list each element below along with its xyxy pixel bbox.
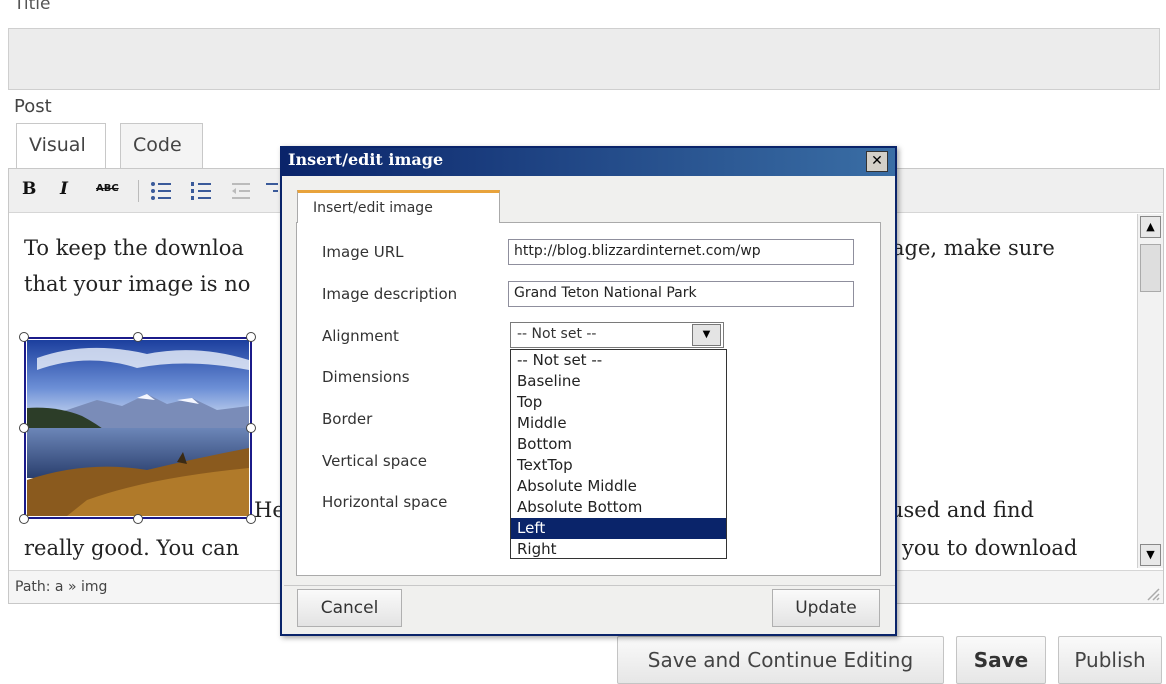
close-icon[interactable]: ✕ bbox=[866, 151, 888, 172]
alignment-option[interactable]: Absolute Bottom bbox=[511, 497, 726, 518]
dialog-footer-divider bbox=[284, 585, 895, 586]
vertical-space-label: Vertical space bbox=[322, 452, 427, 470]
cancel-button[interactable]: Cancel bbox=[297, 589, 402, 627]
image-url-input[interactable]: http://blog.blizzardinternet.com/wp bbox=[508, 239, 854, 265]
strikethrough-button[interactable]: ABC bbox=[96, 183, 119, 194]
content-line: To keep the downloa bbox=[24, 236, 244, 260]
resize-handle[interactable] bbox=[246, 423, 256, 433]
arrow-down-icon[interactable]: ▼ bbox=[1140, 544, 1161, 566]
ordered-list-icon[interactable] bbox=[190, 180, 212, 206]
outdent-icon[interactable] bbox=[230, 180, 252, 206]
dimensions-label: Dimensions bbox=[322, 368, 410, 386]
content-line: you to download bbox=[902, 536, 1078, 560]
image-description-label: Image description bbox=[322, 285, 458, 303]
toolbar-divider bbox=[138, 180, 139, 202]
resize-grip-icon[interactable] bbox=[1146, 586, 1160, 605]
bold-button[interactable]: B bbox=[22, 179, 36, 199]
title-label: Title bbox=[14, 0, 51, 14]
arrow-up-icon[interactable]: ▲ bbox=[1140, 216, 1161, 238]
alignment-option[interactable]: Bottom bbox=[511, 434, 726, 455]
dialog-title: Insert/edit image bbox=[288, 150, 444, 169]
alignment-option-selected[interactable]: Left bbox=[511, 518, 726, 539]
save-and-continue-button[interactable]: Save and Continue Editing bbox=[617, 636, 944, 684]
indent-icon[interactable] bbox=[264, 180, 278, 202]
content-line: age, make sure bbox=[892, 236, 1055, 260]
tab-code[interactable]: Code bbox=[120, 123, 203, 169]
horizontal-space-label: Horizontal space bbox=[322, 493, 448, 511]
unordered-list-icon[interactable] bbox=[150, 180, 172, 206]
resize-handle[interactable] bbox=[19, 423, 29, 433]
resize-handle[interactable] bbox=[133, 514, 143, 524]
border-label: Border bbox=[322, 410, 373, 428]
content-line: used and find bbox=[890, 498, 1034, 522]
post-label: Post bbox=[14, 96, 52, 117]
alignment-option[interactable]: Middle bbox=[511, 413, 726, 434]
image-url-label: Image URL bbox=[322, 243, 404, 261]
publish-button[interactable]: Publish bbox=[1058, 636, 1162, 684]
tab-visual[interactable]: Visual bbox=[16, 123, 106, 169]
save-button[interactable]: Save bbox=[956, 636, 1046, 684]
content-line: really good. You can bbox=[24, 536, 240, 560]
image-description-input[interactable]: Grand Teton National Park bbox=[508, 281, 854, 307]
chevron-down-icon[interactable]: ▼ bbox=[692, 324, 721, 346]
alignment-option[interactable]: Right bbox=[511, 539, 726, 560]
resize-handle[interactable] bbox=[246, 332, 256, 342]
alignment-options-list: -- Not set -- Baseline Top Middle Bottom… bbox=[510, 349, 727, 559]
scrollbar-thumb[interactable] bbox=[1140, 244, 1161, 292]
content-line: that your image is no bbox=[24, 272, 251, 296]
update-button[interactable]: Update bbox=[772, 589, 880, 627]
alignment-option[interactable]: TextTop bbox=[511, 455, 726, 476]
alignment-option[interactable]: Absolute Middle bbox=[511, 476, 726, 497]
resize-handle[interactable] bbox=[246, 514, 256, 524]
resize-handle[interactable] bbox=[19, 332, 29, 342]
alignment-option[interactable]: Top bbox=[511, 392, 726, 413]
resize-handle[interactable] bbox=[19, 514, 29, 524]
alignment-option[interactable]: Baseline bbox=[511, 371, 726, 392]
resize-handle[interactable] bbox=[133, 332, 143, 342]
tab-insert-edit-image[interactable]: Insert/edit image bbox=[297, 190, 500, 223]
alignment-option[interactable]: -- Not set -- bbox=[511, 350, 726, 371]
alignment-label: Alignment bbox=[322, 327, 399, 345]
title-input[interactable] bbox=[8, 28, 1160, 90]
italic-button[interactable]: I bbox=[60, 179, 68, 199]
image-selection-frame bbox=[24, 337, 252, 519]
